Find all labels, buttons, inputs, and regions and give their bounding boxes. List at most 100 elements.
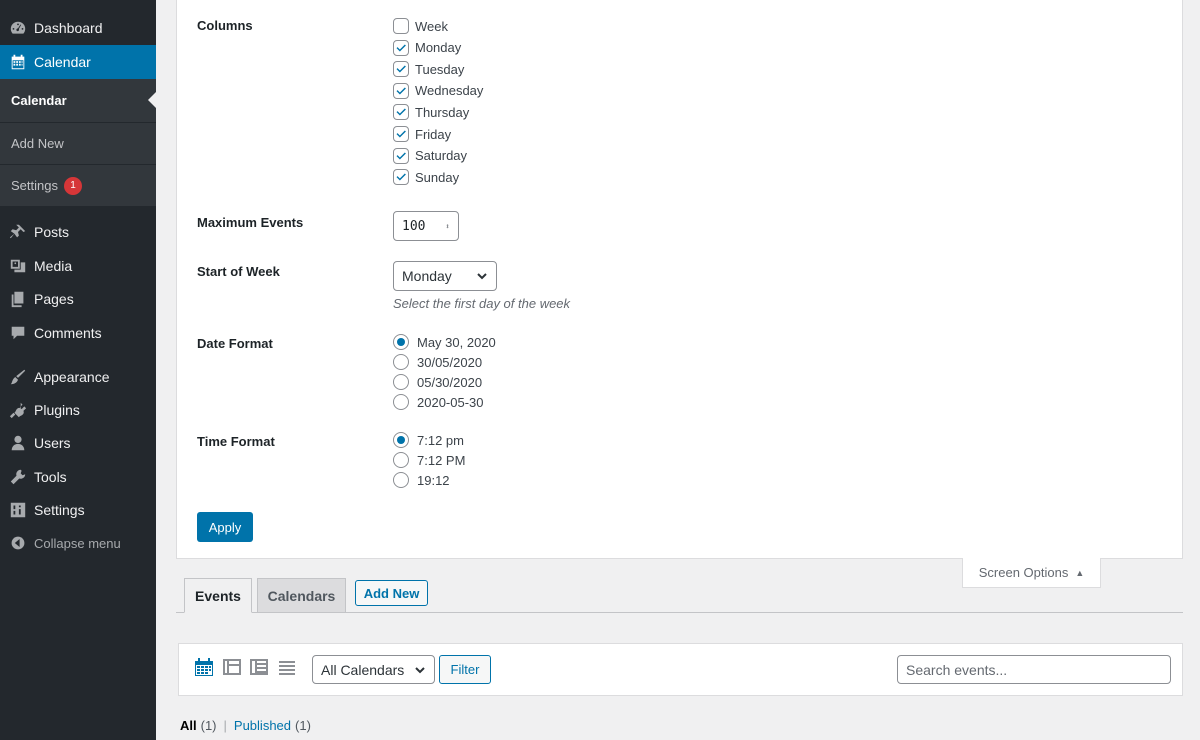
menu-item-users[interactable]: Users [0, 426, 156, 460]
view-published-link[interactable]: Published [234, 718, 291, 733]
status-views: All (1) | Published (1) [180, 718, 311, 733]
select-value: All Calendars [321, 661, 405, 678]
list-view-icon[interactable] [277, 657, 297, 677]
day-view-icon[interactable] [249, 657, 269, 677]
menu-label: Users [34, 435, 71, 451]
submenu-item-settings[interactable]: Settings 1 [0, 164, 156, 206]
checkbox-label: Tuesday [415, 61, 465, 77]
menu-label: Media [34, 258, 73, 274]
screen-options-label: Screen Options [978, 565, 1069, 580]
max-events-label: Maximum Events [197, 215, 304, 230]
column-checkbox-friday[interactable]: Friday [393, 124, 451, 144]
menu-item-posts[interactable]: Posts [0, 215, 156, 249]
radio-label: 2020-05-30 [417, 394, 484, 410]
wrench-icon [0, 468, 34, 486]
time-format-option[interactable]: 7:12 pm [393, 430, 464, 450]
radio-selected[interactable] [393, 334, 409, 350]
view-separator: | [223, 718, 227, 733]
menu-item-media[interactable]: Media [0, 249, 156, 283]
menu-label: Posts [34, 224, 70, 240]
menu-item-plugins[interactable]: Plugins [0, 393, 156, 427]
column-checkbox-saturday[interactable]: Saturday [393, 146, 467, 166]
radio-label: 7:12 PM [417, 452, 466, 468]
checkbox-checked[interactable] [393, 39, 409, 56]
column-checkbox-week[interactable]: Week [393, 16, 448, 36]
chevron-down-icon [415, 666, 425, 673]
menu-item-pages[interactable]: Pages [0, 282, 156, 316]
submenu-item-add-new[interactable]: Add New [0, 122, 156, 164]
checkbox-unchecked[interactable] [393, 18, 409, 34]
date-format-option[interactable]: 2020-05-30 [393, 392, 484, 412]
spinner-icon[interactable]: ⬍ [445, 222, 450, 231]
tab-events[interactable]: Events [184, 578, 252, 613]
apply-button[interactable]: Apply [197, 512, 253, 542]
user-icon [0, 434, 34, 452]
max-events-value: 100 [402, 218, 426, 234]
menu-label: Dashboard [34, 20, 103, 36]
dashboard-icon [0, 19, 34, 37]
start-of-week-hint: Select the first day of the week [393, 296, 571, 311]
checkbox-label: Thursday [415, 104, 470, 120]
column-checkbox-sunday[interactable]: Sunday [393, 167, 459, 187]
menu-item-comments[interactable]: Comments [0, 316, 156, 350]
checkbox-checked[interactable] [393, 61, 409, 78]
tab-calendars[interactable]: Calendars [257, 578, 346, 613]
filter-button[interactable]: Filter [439, 655, 491, 684]
pages-icon [0, 290, 34, 308]
collapse-icon [0, 535, 34, 551]
checkbox-checked[interactable] [393, 104, 409, 121]
date-format-option[interactable]: 05/30/2020 [393, 372, 482, 392]
radio-unselected[interactable] [393, 394, 409, 410]
column-checkbox-wednesday[interactable]: Wednesday [393, 81, 483, 101]
radio-label: 05/30/2020 [417, 374, 483, 390]
menu-item-calendar[interactable]: Calendar [0, 45, 156, 79]
checkbox-label: Sunday [415, 169, 460, 185]
collapse-menu-button[interactable]: Collapse menu [0, 526, 156, 560]
screen-options-panel: Columns Week Monday Tuesday Wednesday Thursd… [176, 0, 1183, 559]
radio-label: 30/05/2020 [417, 354, 483, 370]
checkbox-checked[interactable] [393, 147, 409, 164]
submenu-label: Add New [11, 136, 64, 151]
search-events-input[interactable] [897, 655, 1171, 684]
checkbox-label: Week [415, 18, 448, 34]
week-view-icon[interactable] [222, 657, 242, 677]
column-checkbox-tuesday[interactable]: Tuesday [393, 59, 464, 79]
checkbox-checked[interactable] [393, 82, 409, 99]
time-format-option[interactable]: 19:12 [393, 470, 450, 490]
checkbox-label: Monday [415, 40, 462, 56]
radio-label: May 30, 2020 [417, 334, 496, 350]
menu-item-dashboard[interactable]: Dashboard [0, 11, 156, 45]
calendar-view-icon[interactable] [194, 657, 214, 677]
radio-label: 19:12 [417, 472, 450, 488]
menu-item-tools[interactable]: Tools [0, 460, 156, 494]
max-events-input[interactable]: 100 ⬍ [393, 211, 459, 241]
checkbox-label: Saturday [415, 148, 468, 164]
view-all-link[interactable]: All [180, 718, 197, 733]
time-format-option[interactable]: 7:12 PM [393, 450, 465, 470]
radio-unselected[interactable] [393, 452, 409, 468]
checkbox-checked[interactable] [393, 169, 409, 186]
select-value: Monday [402, 268, 452, 284]
notification-badge: 1 [63, 176, 82, 195]
add-new-button[interactable]: Add New [355, 580, 428, 606]
menu-item-settings[interactable]: Settings [0, 493, 156, 527]
calendar-filter-select[interactable]: All Calendars [312, 655, 435, 684]
date-format-option[interactable]: 30/05/2020 [393, 352, 482, 372]
admin-sidebar: Dashboard Calendar Calendar Add New Sett… [0, 0, 156, 740]
radio-selected[interactable] [393, 432, 409, 448]
radio-unselected[interactable] [393, 374, 409, 390]
checkbox-label: Friday [415, 126, 452, 142]
start-of-week-select[interactable]: Monday [393, 261, 497, 291]
submenu-label: Settings [11, 178, 58, 193]
start-of-week-label: Start of Week [197, 264, 280, 279]
date-format-option[interactable]: May 30, 2020 [393, 332, 496, 352]
checkbox-checked[interactable] [393, 126, 409, 142]
radio-unselected[interactable] [393, 472, 409, 488]
radio-unselected[interactable] [393, 354, 409, 370]
submenu-item-calendar[interactable]: Calendar [0, 79, 156, 121]
menu-item-appearance[interactable]: Appearance [0, 360, 156, 394]
column-checkbox-thursday[interactable]: Thursday [393, 102, 469, 122]
column-checkbox-monday[interactable]: Monday [393, 38, 461, 58]
menu-label: Appearance [34, 369, 110, 385]
screen-options-toggle[interactable]: Screen Options ▲ [962, 558, 1101, 588]
